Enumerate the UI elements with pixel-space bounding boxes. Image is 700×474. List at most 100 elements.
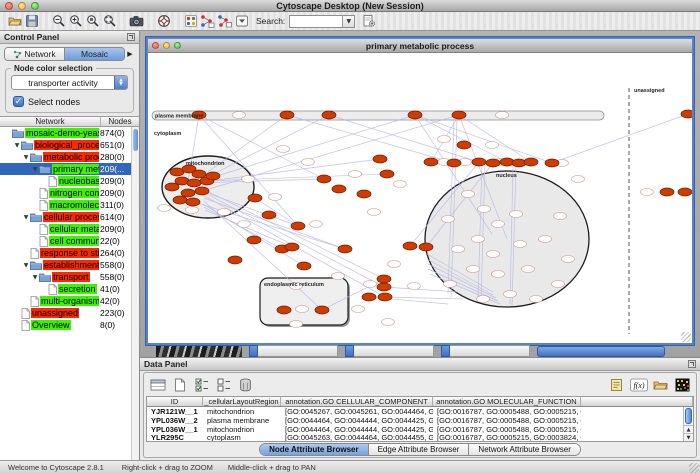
zoom-fit-icon[interactable] [101, 13, 118, 30]
network-node[interactable] [364, 281, 377, 288]
tree-expander-icon[interactable]: ▼ [22, 214, 30, 221]
network-node[interactable] [442, 216, 455, 223]
tree-column-nodes[interactable]: Nodes [100, 117, 139, 126]
table-row[interactable]: YPL036W__2plasma membrane[GO:0044464, GO… [147, 416, 683, 425]
attribute-select-icon[interactable] [148, 377, 167, 394]
network-node[interactable] [424, 158, 438, 166]
tree-row[interactable]: cellular metabo209(0) [0, 223, 139, 235]
open-file-icon[interactable] [6, 13, 23, 30]
search-dropdown-arrow-icon[interactable]: ▼ [342, 16, 354, 27]
network-node[interactable] [477, 296, 490, 303]
scroll-up-icon[interactable]: ▲ [684, 425, 693, 433]
network-node[interactable] [472, 236, 485, 243]
network-window-titlebar[interactable]: primary metabolic process [148, 39, 692, 53]
zoom-selected-icon[interactable] [84, 13, 101, 30]
tree-row[interactable]: ▼transport558(0) [0, 271, 139, 283]
network-node[interactable] [349, 171, 362, 178]
network-node[interactable] [496, 112, 509, 119]
network-node[interactable] [438, 136, 451, 143]
network-node[interactable] [310, 221, 323, 228]
tree-expander-icon[interactable]: ▼ [31, 166, 39, 173]
tree-row[interactable]: multi-organism pro42(0) [0, 295, 139, 307]
tree-expander-icon[interactable]: ▼ [13, 142, 21, 149]
network-node[interactable] [277, 146, 290, 153]
network-node[interactable] [660, 188, 674, 196]
dropdown-stepper-icon[interactable]: ▲▼ [114, 76, 127, 89]
zoom-out-icon[interactable] [50, 13, 67, 30]
network-node[interactable] [472, 158, 486, 166]
tab-network-attribute-browser[interactable]: Network Attribute Browser [468, 444, 579, 455]
table-row[interactable]: YPL036W__1mitochondrion[GO:0044464, GO:0… [147, 425, 683, 434]
function-builder-icon[interactable]: f(x) [629, 377, 648, 394]
window-resize-grip[interactable] [689, 463, 699, 473]
network-node[interactable] [522, 266, 535, 273]
tree-expander-icon[interactable]: ▼ [22, 262, 30, 269]
network-node[interactable] [181, 189, 195, 197]
network-node[interactable] [486, 159, 500, 167]
import-attributes-icon[interactable] [651, 377, 670, 394]
network-node[interactable] [492, 271, 505, 278]
table-row[interactable]: YJR121W__1mitochondrion[GO:0045267, GO:0… [147, 407, 683, 416]
network-node[interactable] [678, 188, 692, 196]
network-node[interactable] [238, 221, 251, 228]
network-node[interactable] [467, 266, 480, 273]
tree-row[interactable]: ▼primary metabo209(... [0, 163, 139, 175]
column-header-cc[interactable]: annotation.GO CELLULAR_COMPONENT [281, 397, 433, 406]
network-node[interactable] [572, 176, 585, 183]
network-node[interactable] [248, 194, 262, 202]
network-node[interactable] [187, 179, 201, 187]
network-node[interactable] [562, 256, 575, 263]
minimized-window[interactable] [441, 345, 530, 357]
tree-row[interactable]: ▼cellular process614(0) [0, 211, 139, 223]
window-titlebar[interactable]: Cytoscape Desktop (New Session) [0, 0, 700, 12]
tree-row[interactable]: mosaic-demo-yeast874(0) [0, 127, 139, 139]
network-node[interactable] [280, 111, 294, 119]
tree-column-network[interactable]: Network [0, 117, 100, 126]
network-node[interactable] [452, 111, 466, 119]
network-node[interactable] [408, 283, 421, 290]
new-attribute-icon[interactable] [170, 377, 189, 394]
network-node[interactable] [218, 209, 231, 216]
network-node[interactable] [285, 243, 299, 251]
tree-row[interactable]: unassigned223(0) [0, 307, 139, 319]
zoom-in-icon[interactable] [67, 13, 84, 30]
column-header-region[interactable]: _cellularLayoutRegion [203, 397, 281, 406]
network-node[interactable] [492, 221, 505, 228]
tree-row[interactable]: nitrogen compo209(0) [0, 187, 139, 199]
search-field[interactable] [290, 16, 342, 27]
column-header-mf[interactable]: annotation.GO MOLECULAR_FUNCTION [433, 397, 581, 406]
network-node[interactable] [457, 141, 471, 149]
network-node[interactable] [545, 159, 559, 167]
network-node[interactable] [510, 211, 523, 218]
network-node[interactable] [487, 251, 500, 258]
network-node[interactable] [373, 155, 387, 163]
tab-edge-attribute-browser[interactable]: Edge Attribute Browser [368, 444, 469, 455]
network-node[interactable] [186, 198, 200, 206]
tree-row[interactable]: cell communicat22(0) [0, 235, 139, 247]
network-node[interactable] [352, 306, 365, 313]
table-row[interactable]: YLR295Ccytoplasm[GO:0045263, GO:0044464,… [147, 433, 683, 441]
network-node[interactable] [332, 273, 345, 280]
select-all-attributes-icon[interactable] [192, 377, 211, 394]
network-node[interactable] [247, 236, 261, 244]
help-lifering-icon[interactable] [155, 13, 172, 30]
network-node[interactable] [368, 209, 381, 216]
tree-row[interactable]: secretion41(0) [0, 283, 139, 295]
network-node[interactable] [478, 206, 491, 213]
network-node[interactable] [394, 181, 407, 188]
unselect-all-attributes-icon[interactable] [214, 377, 233, 394]
network-node[interactable] [315, 306, 329, 314]
network-node[interactable] [554, 213, 567, 220]
network-node[interactable] [317, 175, 331, 183]
network-node[interactable] [269, 194, 282, 201]
tree-scrollbar[interactable] [131, 127, 139, 460]
search-config-icon[interactable] [360, 13, 377, 30]
network-node[interactable] [681, 110, 692, 118]
table-scrollbar[interactable]: ▲ ▼ [683, 407, 693, 441]
save-icon[interactable] [23, 13, 40, 30]
search-input[interactable]: ▼ [289, 15, 355, 28]
network-node[interactable] [262, 211, 276, 219]
network-node[interactable] [195, 187, 209, 195]
network-node[interactable] [377, 275, 391, 283]
network-node[interactable] [233, 112, 246, 119]
